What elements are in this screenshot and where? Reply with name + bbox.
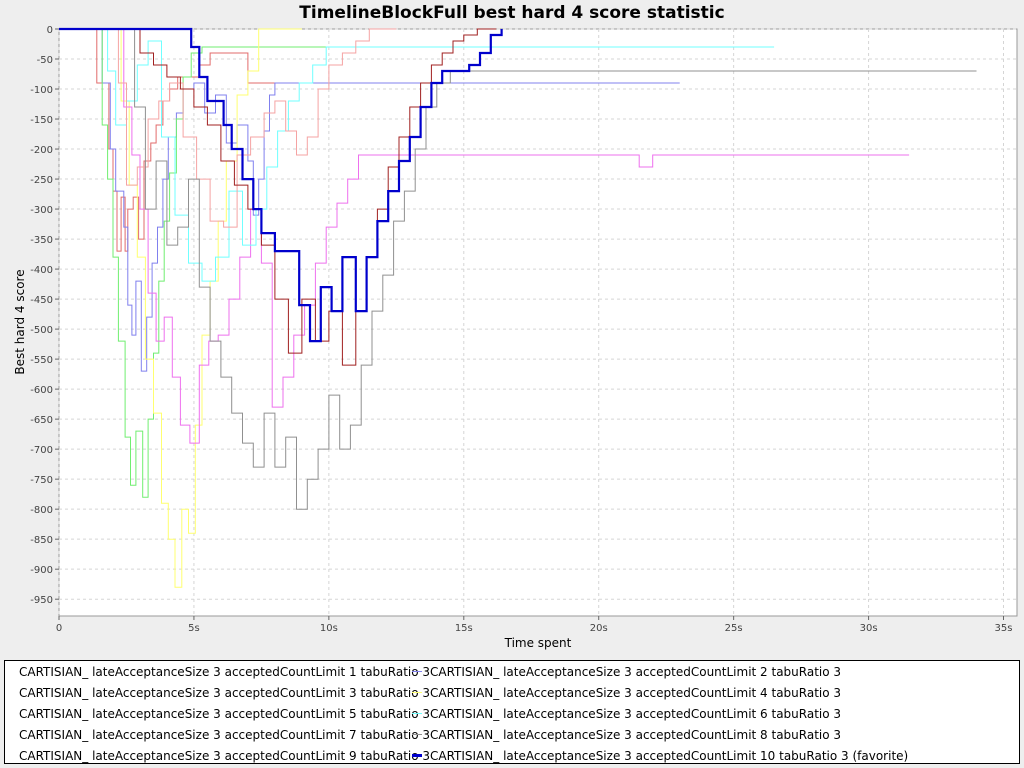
legend-label: CARTISIAN_ lateAcceptanceSize 3 accepted… (430, 664, 842, 679)
legend-item-7: CARTISIAN_ lateAcceptanceSize 3 accepted… (5, 724, 430, 745)
legend: CARTISIAN_ lateAcceptanceSize 3 accepted… (4, 660, 1020, 764)
legend-item-10: CARTISIAN_ lateAcceptanceSize 3 accepted… (406, 745, 1019, 766)
y-tick-label: -700 (30, 445, 53, 456)
y-tick-label: -950 (30, 595, 53, 606)
x-tick-label: 30s (860, 623, 878, 634)
chart-svg: 0 5s 10s 15s 20s 25s 30s 35s 0 -50 -100 -150 -200 -25… (13, 25, 1018, 650)
y-tick-label: -100 (30, 85, 53, 96)
legend-item-3: CARTISIAN_ lateAcceptanceSize 3 accepted… (5, 682, 430, 703)
legend-item-1: CARTISIAN_ lateAcceptanceSize 3 accepted… (5, 661, 430, 682)
legend-label: CARTISIAN_ lateAcceptanceSize 3 accepted… (430, 685, 842, 700)
legend-swatch (412, 734, 422, 735)
legend-item-2: CARTISIAN_ lateAcceptanceSize 3 accepted… (406, 661, 1019, 682)
legend-item-6: CARTISIAN_ lateAcceptanceSize 3 accepted… (406, 703, 1019, 724)
y-tick-label: -400 (30, 265, 53, 276)
legend-item-5: CARTISIAN_ lateAcceptanceSize 3 accepted… (5, 703, 430, 724)
y-tick-label: -350 (30, 235, 53, 246)
y-tick-label: -450 (30, 295, 53, 306)
legend-label: CARTISIAN_ lateAcceptanceSize 3 accepted… (19, 706, 431, 721)
legend-item-4: CARTISIAN_ lateAcceptanceSize 3 accepted… (406, 682, 1019, 703)
legend-swatch (412, 754, 422, 757)
y-tick-label: -500 (30, 325, 53, 336)
y-tick-label: -550 (30, 355, 53, 366)
legend-label: CARTISIAN_ lateAcceptanceSize 3 accepted… (19, 664, 431, 679)
y-tick-label: -900 (30, 565, 53, 576)
y-axis-label: Best hard 4 score (13, 269, 27, 374)
y-tick-label: -250 (30, 175, 53, 186)
legend-label: CARTISIAN_ lateAcceptanceSize 3 accepted… (430, 748, 909, 763)
legend-label: CARTISIAN_ lateAcceptanceSize 3 accepted… (19, 685, 431, 700)
x-tick-label: 15s (455, 623, 473, 634)
y-tick-label: 0 (47, 25, 53, 36)
legend-label: CARTISIAN_ lateAcceptanceSize 3 accepted… (430, 727, 842, 742)
y-tick-label: -750 (30, 475, 53, 486)
y-tick-label: -200 (30, 145, 53, 156)
y-tick-label: -650 (30, 415, 53, 426)
x-tick-label: 0 (56, 623, 62, 634)
y-tick-label: -800 (30, 505, 53, 516)
legend-item-8: CARTISIAN_ lateAcceptanceSize 3 accepted… (406, 724, 1019, 745)
legend-swatch (412, 692, 422, 693)
x-tick-label: 35s (995, 623, 1013, 634)
legend-label: CARTISIAN_ lateAcceptanceSize 3 accepted… (19, 748, 431, 763)
legend-label: CARTISIAN_ lateAcceptanceSize 3 accepted… (19, 727, 431, 742)
y-tick-label: -150 (30, 115, 53, 126)
y-tick-label: -300 (30, 205, 53, 216)
legend-item-9: CARTISIAN_ lateAcceptanceSize 3 accepted… (5, 745, 430, 766)
x-tick-label: 10s (320, 623, 338, 634)
x-tick-label: 25s (725, 623, 743, 634)
x-tick-label: 5s (188, 623, 200, 634)
plot-area (58, 28, 1018, 617)
y-tick-label: -850 (30, 535, 53, 546)
x-axis-label: Time spent (504, 636, 572, 650)
y-tick-label: -600 (30, 385, 53, 396)
x-tick-label: 20s (590, 623, 608, 634)
legend-swatch (412, 713, 422, 714)
legend-label: CARTISIAN_ lateAcceptanceSize 3 accepted… (430, 706, 842, 721)
y-tick-label: -50 (37, 55, 53, 66)
legend-swatch (412, 671, 422, 672)
